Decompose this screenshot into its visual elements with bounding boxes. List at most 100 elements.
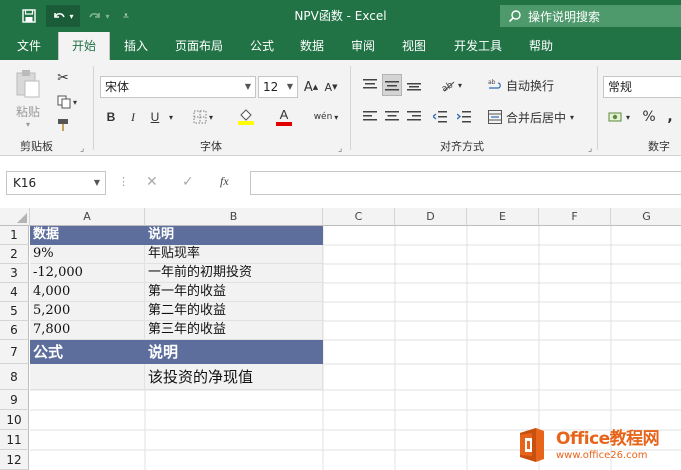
tab-page-layout[interactable]: 页面布局 [164,32,234,60]
column-header-d[interactable]: D [395,208,467,226]
column-header-c[interactable]: C [323,208,395,226]
fill-color-button[interactable] [228,106,264,128]
percent-button[interactable]: % [640,106,658,128]
cell-a4[interactable]: 4,000 [30,283,145,302]
number-format-select[interactable]: 常规 [603,76,681,98]
cell-b1[interactable]: 说明 [145,226,323,245]
underline-button[interactable]: U [146,106,164,128]
bold-button[interactable]: B [102,106,120,128]
cell-b3[interactable]: 一年前的初期投资 [145,264,323,283]
cell-b6[interactable]: 第三年的收益 [145,321,323,340]
borders-button[interactable]: ▾ [186,106,220,128]
font-color-button[interactable]: A [266,106,302,128]
row-header[interactable]: 10 [0,410,29,430]
orientation-icon: ab [440,80,455,92]
column-header-e[interactable]: E [467,208,539,226]
number-group-label: 数字 [648,140,670,153]
enter-icon[interactable]: ✓ [182,174,194,190]
column-header-a[interactable]: A [30,208,145,226]
align-bottom-icon[interactable] [404,74,424,96]
cell-a6[interactable]: 7,800 [30,321,145,340]
merge-center-label: 合并后居中 [506,110,567,125]
decrease-indent-icon[interactable] [430,106,450,128]
tab-review[interactable]: 审阅 [340,32,386,60]
row-header[interactable]: 1 [0,226,29,245]
cell-b4[interactable]: 第一年的收益 [145,283,323,302]
cell-a1[interactable]: 数据 [30,226,145,245]
select-all-corner[interactable] [0,208,30,226]
tab-data[interactable]: 数据 [290,32,334,60]
font-size-select[interactable]: 12 ▼ [258,76,298,98]
column-header-b[interactable]: B [145,208,323,226]
align-right-icon[interactable] [404,106,424,128]
font-name-select[interactable]: 宋体 ▼ [100,76,256,98]
row-header[interactable]: 6 [0,321,29,340]
row-header[interactable]: 4 [0,283,29,302]
shrink-font-button[interactable]: A ▼ [322,76,340,98]
font-size-value: 12 [263,80,279,94]
phonetic-button[interactable]: wén ▾ [308,106,344,128]
watermark-brand: Office教程网 [556,428,660,449]
grow-font-label: A [303,79,313,95]
row-header[interactable]: 8 [0,364,29,390]
increase-indent-icon[interactable] [454,106,474,128]
format-painter-icon[interactable] [52,116,74,134]
copy-icon[interactable]: ▾ [52,92,82,112]
dialog-launcher-icon[interactable]: ⌟ [338,144,342,154]
cell-a2[interactable]: 9% [30,245,145,264]
insert-function-button[interactable]: fx [220,174,229,189]
accounting-format-button[interactable]: ▾ [604,106,634,128]
tab-developer[interactable]: 开发工具 [444,32,512,60]
cell-b5[interactable]: 第二年的收益 [145,302,323,321]
chevron-down-icon[interactable]: ▾ [166,106,176,128]
row-header[interactable]: 9 [0,390,29,410]
orientation-button[interactable]: ab ▾ [434,74,468,96]
cell-b8[interactable]: 该投资的净现值 [145,364,323,390]
group-divider [597,66,598,150]
formula-bar: K16 ▼ ⋮ ✕ ✓ fx [0,156,681,208]
merge-center-button[interactable]: 合并后居中 ▾ [488,106,588,128]
align-top-icon[interactable] [360,74,380,96]
title-bar: ▾ ▾ ⩡ NPV函数 - Excel 操作说明搜索 [0,0,681,32]
merge-cells-icon [488,110,502,124]
cell-b7[interactable]: 说明 [145,340,323,364]
cell-a5[interactable]: 5,200 [30,302,145,321]
row-header[interactable]: 7 [0,340,29,364]
align-left-icon[interactable] [360,106,380,128]
name-box[interactable]: K16 ▼ [6,171,106,195]
cell-b2[interactable]: 年贴现率 [145,245,323,264]
paste-button[interactable]: 粘贴 ▾ [8,68,48,130]
row-header[interactable]: 5 [0,302,29,321]
tab-file[interactable]: 文件 [6,32,52,60]
cell-a7[interactable]: 公式 [30,340,145,364]
row-header[interactable]: 2 [0,245,29,264]
column-header-g[interactable]: G [611,208,681,226]
wrap-text-button[interactable]: ab 自动换行 [488,74,568,96]
cancel-icon[interactable]: ✕ [146,174,158,190]
ribbon: 粘贴 ▾ ✂ ▾ 剪贴板 ⌟ 宋体 ▼ 12 ▼ A ▲ A ▼ B I U ▾ ▾ A… [0,60,681,156]
grow-font-button[interactable]: A ▲ [302,76,320,98]
formula-input[interactable] [250,171,681,195]
tab-home[interactable]: 开始 [58,32,110,60]
align-center-icon[interactable] [382,106,402,128]
row-header[interactable]: 12 [0,450,29,470]
phonetic-icon: wén [313,112,333,122]
cell-a3[interactable]: -12,000 [30,264,145,283]
search-box[interactable]: 操作说明搜索 [500,5,681,27]
dialog-launcher-icon[interactable]: ⌟ [80,144,84,154]
fill-bucket-icon [240,109,252,121]
tab-view[interactable]: 视图 [392,32,436,60]
tab-insert[interactable]: 插入 [114,32,158,60]
tab-help[interactable]: 帮助 [518,32,564,60]
tab-formulas[interactable]: 公式 [240,32,284,60]
cut-icon[interactable]: ✂ [52,68,74,88]
italic-button[interactable]: I [124,106,142,128]
cell-a8[interactable] [30,364,145,390]
comma-button[interactable]: , [662,106,678,128]
row-header[interactable]: 3 [0,264,29,283]
column-header-f[interactable]: F [539,208,611,226]
dialog-launcher-icon[interactable]: ⌟ [588,144,592,154]
row-header[interactable]: 11 [0,430,29,450]
align-middle-icon[interactable] [382,74,402,96]
currency-icon [608,112,622,122]
